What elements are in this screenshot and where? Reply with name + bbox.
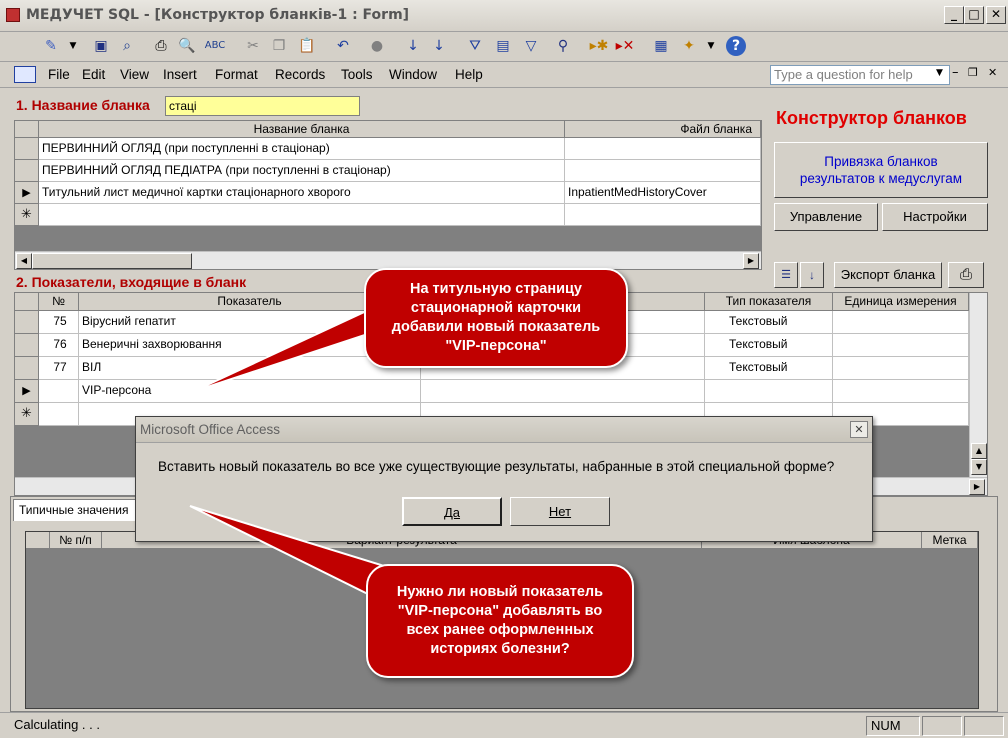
status-text: Calculating . . . — [14, 717, 100, 732]
num-lock-indicator: NUM — [866, 716, 920, 736]
status-panel — [922, 716, 962, 736]
callout1-arrow — [191, 298, 394, 393]
callout-annotation-1: На титульную страницу стационарной карто… — [364, 268, 628, 368]
status-bar: Calculating . . . NUM — [0, 712, 1008, 738]
callout-annotation-2: Нужно ли новый показатель "VIP-персона" … — [366, 564, 634, 678]
status-panel — [964, 716, 1004, 736]
